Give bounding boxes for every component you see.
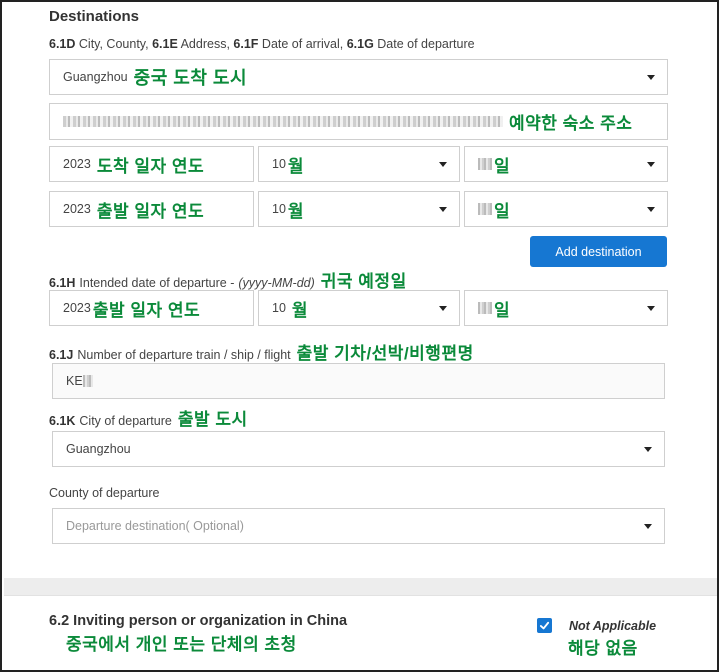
intended-day-select[interactable]: 일 xyxy=(464,290,668,326)
departure-city-label: 6.1K City of departure 출발 도시 xyxy=(49,405,248,430)
arrival-year-input[interactable]: 2023 도착 일자 연도 xyxy=(49,146,254,182)
intended-year-input[interactable]: 2023 출발 일자 연도 xyxy=(49,290,254,326)
redacted-flight-number xyxy=(82,375,93,387)
departure-number-label: 6.1J Number of departure train / ship / … xyxy=(49,339,474,364)
chevron-down-icon xyxy=(439,207,447,212)
arrival-day-select[interactable]: 일 xyxy=(464,146,668,182)
field-code: 6.1K xyxy=(49,414,76,428)
departure-county-select[interactable]: Departure destination( Optional) xyxy=(52,508,665,544)
field-code: 6.1G xyxy=(346,37,374,51)
field-code: 6.1J xyxy=(49,348,74,362)
arrival-year-annotation: 도착 일자 연도 xyxy=(96,156,205,176)
visa-form-page: Destinations 6.1D City, County, 6.1E Add… xyxy=(0,0,719,672)
section-title: Destinations xyxy=(49,8,140,25)
field-code: 6.1D xyxy=(49,37,76,51)
destination-city-select[interactable]: Guangzhou 중국 도착 도시 xyxy=(49,59,668,95)
not-applicable-checkbox[interactable] xyxy=(537,618,552,633)
redacted-day xyxy=(478,203,492,215)
departure-county-placeholder: Departure destination( Optional) xyxy=(66,519,244,533)
field-text: Intended date of departure - xyxy=(79,276,235,290)
add-destination-button[interactable]: Add destination xyxy=(530,236,667,267)
arrival-month-value: 10 xyxy=(272,157,286,171)
chevron-down-icon xyxy=(644,447,652,452)
intended-year-value: 2023 xyxy=(63,301,91,315)
intended-day-annotation: 일 xyxy=(494,300,511,320)
field-code: 6.1F xyxy=(233,37,259,51)
field-code: 6.1E xyxy=(152,37,178,51)
intended-year-annotation: 출발 일자 연도 xyxy=(92,300,201,320)
field-text: Number of departure train / ship / fligh… xyxy=(77,348,291,362)
departure-year-annotation: 출발 일자 연도 xyxy=(96,201,205,221)
departure-number-value: KE xyxy=(66,374,83,388)
date-format-hint: (yyyy-MM-dd) xyxy=(238,276,315,290)
chevron-down-icon xyxy=(647,75,655,80)
intended-departure-label: 6.1H Intended date of departure - (yyyy-… xyxy=(49,267,407,292)
fields-description: 6.1D City, County, 6.1E Address, 6.1F Da… xyxy=(49,37,475,51)
redacted-address xyxy=(63,116,503,127)
chevron-down-icon xyxy=(647,306,655,311)
departure-number-input[interactable]: KE xyxy=(52,363,665,399)
intended-departure-annotation: 귀국 예정일 xyxy=(320,272,407,291)
chevron-down-icon xyxy=(644,524,652,529)
intended-month-select[interactable]: 10 월 xyxy=(258,290,460,326)
field-text: Date of departure xyxy=(377,37,475,51)
inviting-section-title: 6.2 Inviting person or organization in C… xyxy=(49,613,348,629)
chevron-down-icon xyxy=(439,162,447,167)
inviting-annotation: 중국에서 개인 또는 단체의 초청 xyxy=(66,635,297,654)
field-text: Address, xyxy=(180,37,230,51)
departure-number-annotation: 출발 기차/선박/비행편명 xyxy=(296,344,474,363)
departure-month-select[interactable]: 10 월 xyxy=(258,191,460,227)
not-applicable-annotation: 해당 없음 xyxy=(568,639,638,658)
redacted-day xyxy=(478,158,492,170)
departure-city-select[interactable]: Guangzhou xyxy=(52,431,665,467)
departure-city-annotation: 출발 도시 xyxy=(177,410,248,429)
departure-day-annotation: 일 xyxy=(494,201,511,221)
city-annotation: 중국 도착 도시 xyxy=(133,68,248,88)
arrival-day-annotation: 일 xyxy=(494,156,511,176)
address-annotation: 예약한 숙소 주소 xyxy=(509,114,633,133)
departure-year-input[interactable]: 2023 출발 일자 연도 xyxy=(49,191,254,227)
departure-month-value: 10 xyxy=(272,202,286,216)
intended-month-value: 10 xyxy=(272,301,286,315)
city-value: Guangzhou xyxy=(63,70,128,84)
field-code: 6.1H xyxy=(49,276,76,290)
checkmark-icon xyxy=(539,621,550,630)
field-text: City, County, xyxy=(78,37,149,51)
arrival-month-annotation: 월 xyxy=(287,156,305,176)
departure-year-value: 2023 xyxy=(63,202,91,216)
chevron-down-icon xyxy=(647,207,655,212)
departure-month-annotation: 월 xyxy=(287,201,305,221)
intended-month-annotation: 월 xyxy=(291,300,309,320)
field-text: Date of arrival, xyxy=(261,37,344,51)
not-applicable-label: Not Applicable xyxy=(569,619,657,633)
departure-city-value: Guangzhou xyxy=(66,442,131,456)
destination-address-input[interactable]: 예약한 숙소 주소 xyxy=(49,103,668,140)
section-divider xyxy=(4,578,717,595)
departure-county-label: County of departure xyxy=(49,486,160,500)
chevron-down-icon xyxy=(439,306,447,311)
chevron-down-icon xyxy=(647,162,655,167)
arrival-month-select[interactable]: 10 월 xyxy=(258,146,460,182)
departure-day-select[interactable]: 일 xyxy=(464,191,668,227)
section-divider-edge xyxy=(4,595,717,596)
arrival-year-value: 2023 xyxy=(63,157,91,171)
redacted-day xyxy=(478,302,492,314)
field-text: City of departure xyxy=(79,414,172,428)
